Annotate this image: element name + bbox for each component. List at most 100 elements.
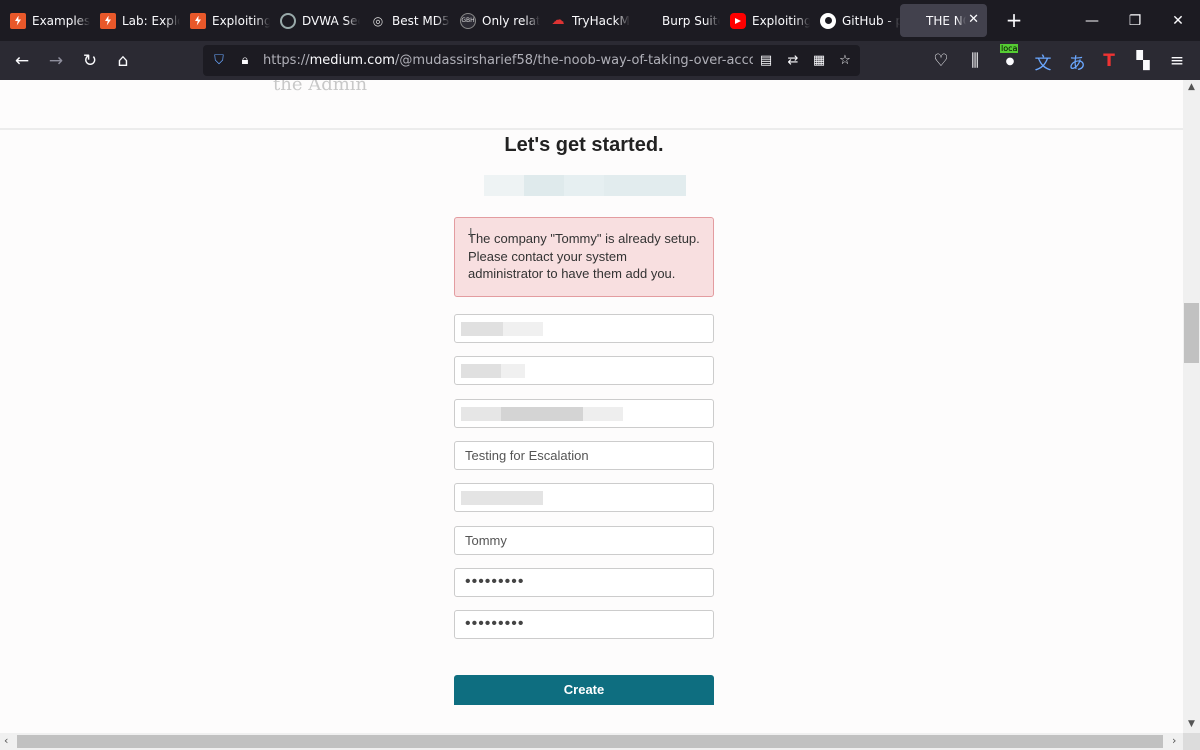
horizontal-scrollbar[interactable]: ‹ › [0, 733, 1183, 750]
restore-icon[interactable]: ❐ [1113, 0, 1157, 41]
url-bar[interactable]: ⛉ 🔒︎ https://medium.com/@mudassirsharief… [203, 45, 860, 76]
tab-label: Examples [32, 13, 90, 28]
tab-0[interactable]: Examples [0, 0, 90, 41]
translate-icon[interactable]: ⇄ [783, 50, 803, 70]
tab-2[interactable]: Exploiting [180, 0, 270, 41]
close-window-icon[interactable]: ✕ [1156, 0, 1200, 41]
alert-message: The company "Tommy" is already setup. Pl… [468, 231, 700, 281]
md5-icon: ◎ [372, 13, 384, 28]
tab-3[interactable]: DVWA Sec [270, 0, 360, 41]
tab-1[interactable]: Lab: Explo [90, 0, 180, 41]
tab-label: Exploiting [752, 13, 810, 28]
dvwa-icon [280, 12, 296, 29]
password-field[interactable]: ••••••••• [454, 568, 714, 597]
redacted-value [461, 491, 543, 505]
scrollbar-corner [1183, 733, 1200, 750]
email-field[interactable] [454, 399, 714, 428]
error-alert: The company "Tommy" is already setup. Pl… [454, 217, 714, 297]
url-host: medium.com [309, 53, 395, 68]
scroll-left-icon[interactable]: ‹ [4, 734, 8, 747]
last-name-field[interactable] [454, 356, 714, 385]
tab-label: Burp Suite [662, 13, 720, 28]
ghost-heading: the Admin [273, 80, 368, 95]
youtube-icon [730, 12, 746, 29]
redacted-value [503, 322, 543, 336]
new-tab-button[interactable]: + [1002, 9, 1026, 33]
tampermonkey-icon[interactable]: T [1097, 49, 1121, 73]
tab-6[interactable]: ☁ TryHackM [540, 0, 630, 41]
home-icon[interactable]: ⌂ [111, 49, 135, 73]
divider [0, 128, 1183, 130]
close-tab-icon[interactable]: ✕ [968, 12, 979, 27]
redacted-value [501, 407, 583, 421]
text-cursor-icon: I [469, 226, 473, 240]
tab-label: THE NO [926, 13, 966, 28]
confirm-password-value: ••••••••• [465, 615, 525, 632]
pocket-icon[interactable]: ♡ [929, 49, 953, 73]
localcdn-badge: loca [1000, 44, 1019, 53]
tab-label: Best MD5 [392, 13, 450, 28]
company-name-field[interactable]: Testing for Escalation [454, 441, 714, 470]
tryhackme-icon: ☁ [551, 13, 565, 28]
horizontal-scroll-thumb[interactable] [17, 735, 1163, 748]
tab-label: GitHub - p [842, 13, 900, 28]
github-icon [820, 12, 836, 29]
create-button[interactable]: Create [454, 675, 714, 705]
reload-icon[interactable]: ↻ [78, 49, 102, 73]
lock-icon[interactable]: 🔒︎ [235, 50, 255, 70]
redacted-value [501, 364, 525, 378]
phone-field[interactable] [454, 483, 714, 512]
password-value: ••••••••• [465, 573, 525, 590]
qr-code-icon[interactable]: ▦ [809, 50, 829, 70]
company-name-value: Testing for Escalation [465, 448, 589, 463]
localcdn-icon[interactable]: loca ● [998, 44, 1022, 73]
burp-icon [190, 12, 206, 29]
burp-icon [10, 12, 26, 29]
tab-7[interactable]: Burp Suite [630, 0, 720, 41]
navigation-bar: ← → ↻ ⌂ ⛉ 🔒︎ https://medium.com/@mudassi… [0, 41, 1200, 80]
back-icon[interactable]: ← [10, 49, 34, 73]
tab-4[interactable]: ◎ Best MD5 [360, 0, 450, 41]
reader-view-icon[interactable]: ▤ [756, 50, 776, 70]
redacted-value [461, 407, 501, 421]
minimize-icon[interactable]: — [1070, 0, 1114, 41]
tab-label: Only relat [482, 13, 540, 28]
url-text[interactable]: https://medium.com/@mudassirsharief58/th… [263, 53, 753, 68]
gbhackers-icon: GBH [460, 12, 476, 29]
extensions-icon[interactable]: ▚ [1131, 49, 1155, 73]
scroll-right-icon[interactable]: › [1172, 734, 1176, 747]
blank-icon [640, 13, 656, 29]
translator-alt-icon[interactable]: あ [1065, 49, 1089, 74]
vertical-scrollbar[interactable]: ▲ ▼ [1183, 80, 1200, 733]
scroll-up-icon[interactable]: ▲ [1183, 82, 1200, 92]
bookmark-star-icon[interactable]: ☆ [835, 50, 855, 70]
translator-icon[interactable]: 文 [1031, 49, 1055, 74]
tab-8[interactable]: Exploiting [720, 0, 810, 41]
tab-active[interactable]: THE NO ✕ [900, 4, 987, 37]
vertical-scroll-thumb[interactable] [1184, 303, 1199, 363]
library-icon[interactable]: ⫼ [963, 49, 987, 73]
tab-5[interactable]: GBH Only relat [450, 0, 540, 41]
page-content: the Admin Let's get started. The company… [0, 80, 1183, 733]
tab-label: Exploiting [212, 13, 270, 28]
redacted-subtitle [484, 175, 686, 196]
first-name-field[interactable] [454, 314, 714, 343]
menu-icon[interactable]: ≡ [1165, 49, 1189, 73]
company-value: Tommy [465, 533, 507, 548]
tab-9[interactable]: GitHub - p [810, 0, 900, 41]
company-field[interactable]: Tommy [454, 526, 714, 555]
burp-icon [100, 12, 116, 29]
tab-label: TryHackM [572, 13, 630, 28]
redacted-value [461, 364, 501, 378]
redacted-value [461, 322, 503, 336]
tab-label: Lab: Explo [122, 13, 180, 28]
tab-label: DVWA Sec [302, 13, 360, 28]
scroll-down-icon[interactable]: ▼ [1183, 719, 1200, 729]
confirm-password-field[interactable]: ••••••••• [454, 610, 714, 639]
shield-icon[interactable]: ⛉ [209, 50, 229, 70]
url-prefix: https:// [263, 53, 310, 68]
redacted-value [583, 407, 623, 421]
url-path: /@mudassirsharief58/the-noob-way-of-taki… [394, 53, 753, 68]
page-title: Let's get started. [504, 134, 664, 156]
forward-icon[interactable]: → [44, 49, 68, 73]
